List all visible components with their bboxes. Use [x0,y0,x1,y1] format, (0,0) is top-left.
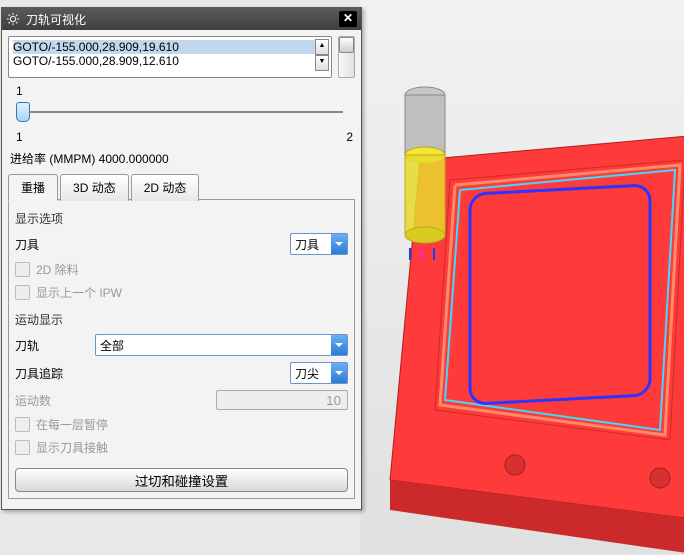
show-tool-contact-label: 显示刀具接触 [36,439,108,456]
feedrate-label: 进给率 (MMPM) 4000.000000 [10,150,355,167]
toolpath-combo-value[interactable] [96,335,331,355]
show-prev-ipw-checkbox [15,285,30,300]
pause-each-layer-label: 在每一层暂停 [36,416,108,433]
pause-each-layer-checkbox [15,417,30,432]
replay-panel: 显示选项 刀具 2D 除料 显示上一个 IPW 运动显示 刀轨 [8,199,355,499]
chevron-down-icon[interactable] [331,335,347,355]
exclude-2d-checkbox [15,262,30,277]
model-preview [360,0,684,555]
gcode-scrollbar[interactable] [338,36,355,78]
gcode-line[interactable]: GOTO/-155.000,28.909,12.610 [13,54,327,68]
tool-track-label: 刀具追踪 [15,365,87,382]
exclude-2d-label: 2D 除料 [36,261,79,278]
motion-display-heading: 运动显示 [15,311,348,328]
viewport-3d[interactable] [360,0,684,555]
tool-track-combo-value[interactable] [291,363,331,383]
show-tool-contact-checkbox [15,440,30,455]
display-options-heading: 显示选项 [15,210,348,227]
toolpath-visualize-dialog: 刀轨可视化 ✕ GOTO/-155.000,28.909,19.610 GOTO… [1,7,362,510]
gcode-list[interactable]: GOTO/-155.000,28.909,19.610 GOTO/-155.00… [8,36,332,78]
progress-slider[interactable] [16,100,347,124]
tab-replay[interactable]: 重播 [8,174,58,201]
slider-min-label: 1 [16,84,23,98]
overcut-collision-button[interactable]: 过切和碰撞设置 [15,468,348,492]
gear-icon [6,12,20,26]
tab-2d-dynamic[interactable]: 2D 动态 [131,174,200,201]
tool-label: 刀具 [15,236,87,253]
motion-count-label: 运动数 [15,392,87,409]
motion-count-input [216,390,348,410]
close-button[interactable]: ✕ [339,11,357,27]
tool-combo[interactable] [290,233,348,255]
slider-handle[interactable] [16,102,30,122]
tab-3d-dynamic[interactable]: 3D 动态 [60,174,129,201]
tool-track-combo[interactable] [290,362,348,384]
slider-max-label: 2 [346,130,353,144]
chevron-down-icon[interactable] [331,234,347,254]
gcode-spinner[interactable]: ▲ ▼ [315,39,329,71]
tool-combo-value[interactable] [291,234,331,254]
spin-down-icon[interactable]: ▼ [315,55,329,71]
gcode-line[interactable]: GOTO/-155.000,28.909,19.610 [13,40,327,54]
toolpath-combo[interactable] [95,334,348,356]
spin-up-icon[interactable]: ▲ [315,39,329,55]
show-prev-ipw-label: 显示上一个 IPW [36,284,122,301]
chevron-down-icon[interactable] [331,363,347,383]
toolpath-label: 刀轨 [15,337,87,354]
tab-bar: 重播 3D 动态 2D 动态 [8,173,355,200]
dialog-titlebar[interactable]: 刀轨可视化 ✕ [2,8,361,30]
dialog-title: 刀轨可视化 [26,11,339,28]
slider-current-label: 1 [16,130,23,144]
